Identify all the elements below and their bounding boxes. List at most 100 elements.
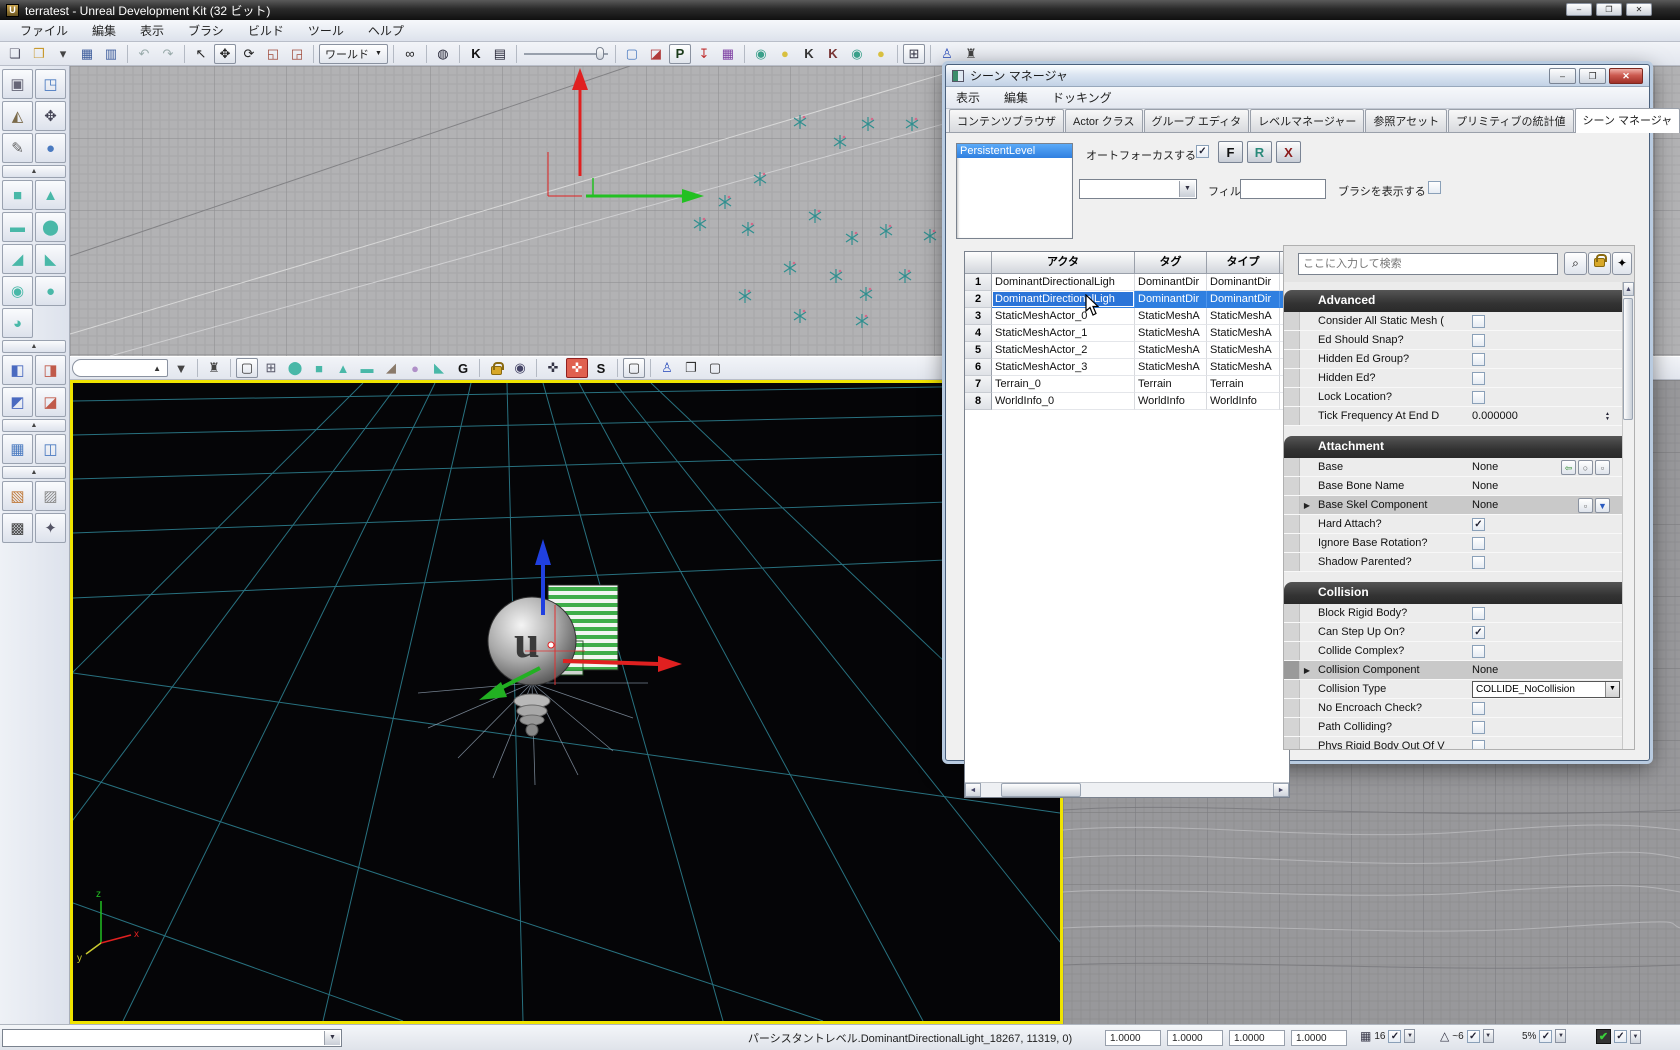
wireframe-cube-icon[interactable]: ▢ (236, 358, 258, 378)
scene-manager-titlebar[interactable]: シーン マネージャ –❐✕ (946, 65, 1649, 87)
property-checkbox[interactable] (1472, 372, 1485, 385)
status-mode-dropdown[interactable]: ▼ (2, 1029, 342, 1047)
menu-item-6[interactable]: ヘルプ (356, 20, 416, 41)
kismet-ref2-icon[interactable]: K (822, 44, 844, 64)
scene-menu-item-0[interactable]: 表示 (956, 89, 980, 106)
expand-arrow-icon[interactable]: ▶ (1300, 501, 1314, 510)
translate-tool-icon[interactable]: ✥ (214, 44, 236, 64)
table-cell[interactable]: DominantDirectionalLigh (992, 274, 1135, 291)
volume-icon[interactable]: ◪ (645, 44, 667, 64)
drag-grid-value-0[interactable]: 1.0000 (1105, 1030, 1161, 1046)
menu-item-5[interactable]: ツール (296, 20, 356, 41)
property-checkbox[interactable] (1472, 721, 1485, 734)
collapse-group-button[interactable]: ▲ (2, 466, 66, 479)
property-checkbox[interactable] (1472, 353, 1485, 366)
maximize-viewport-icon[interactable]: ▢ (704, 358, 726, 378)
tab-content-browser[interactable]: コンテンツブラウザ (949, 109, 1064, 132)
menu-item-0[interactable]: ファイル (8, 20, 80, 41)
brush-spiral-stair-button[interactable]: ◉ (2, 276, 33, 306)
table-cell[interactable]: StaticMeshActor_2 (992, 342, 1135, 359)
brush-clip-button[interactable]: ▨ (35, 481, 66, 511)
brush-wedge-icon[interactable]: ◢ (380, 358, 402, 378)
brush-sphere-button[interactable]: ● (35, 276, 66, 306)
level-list[interactable]: PersistentLevel (956, 143, 1073, 239)
collapse-group-button[interactable]: ▲ (2, 165, 66, 178)
down-caret-icon[interactable]: ▼ (170, 358, 192, 378)
expand-arrow-icon[interactable]: ▶ (1300, 666, 1314, 675)
float-window-icon[interactable]: ❐ (680, 358, 702, 378)
brush-wedge-button[interactable]: ◣ (35, 244, 66, 274)
wrench-icon[interactable]: ✦ (1612, 252, 1632, 275)
csg-subtract-button[interactable]: ◨ (35, 355, 66, 385)
brush-sphere-icon[interactable]: ● (404, 358, 426, 378)
rotation-snap-checkbox[interactable]: ✓ (1467, 1030, 1480, 1043)
scale-tool-icon[interactable]: ◱ (262, 44, 284, 64)
table-cell[interactable]: StaticMeshA (1207, 325, 1280, 342)
squint-icon[interactable]: S (590, 358, 612, 378)
stamp-icon[interactable]: ♜ (960, 44, 982, 64)
shield-icon[interactable]: ◉ (750, 44, 772, 64)
csg-add-button[interactable]: ◧ (2, 355, 33, 385)
property-checkbox[interactable] (1472, 607, 1485, 620)
far-clip-slider[interactable] (522, 44, 610, 64)
select-translucent-button[interactable]: ▧ (2, 481, 33, 511)
dropdown-caret-icon[interactable]: ▼ (1555, 1029, 1566, 1043)
table-horizontal-scrollbar[interactable]: ◄ ► (965, 782, 1289, 797)
scroll-left-icon[interactable]: ◄ (965, 783, 981, 797)
spinner-buttons[interactable]: ▲▼ (1605, 412, 1610, 421)
search-binoculars-icon[interactable]: ∞ (399, 44, 421, 64)
property-dropdown[interactable]: COLLIDE_NoCollision▼ (1472, 681, 1620, 698)
table-cell[interactable]: WorldInfo_0 (992, 393, 1135, 410)
table-cell[interactable]: StaticMeshA (1207, 308, 1280, 325)
post-process-icon[interactable]: P (669, 44, 691, 64)
table-cell[interactable]: DominantDirectionalLigh (992, 291, 1135, 308)
grid-box-icon[interactable]: ⊞ (903, 44, 925, 64)
special-brush-button[interactable]: ▦ (2, 434, 33, 464)
build-tools-button[interactable]: ✦ (35, 513, 66, 543)
player-height-icon[interactable]: ♙ (656, 358, 678, 378)
spin-down-icon[interactable]: ▼ (1605, 417, 1610, 421)
section-header-collision[interactable]: Collision (1284, 582, 1624, 604)
new-file-icon[interactable]: ❏ (4, 44, 26, 64)
table-cell[interactable]: WorldInfo (1207, 393, 1280, 410)
brush-cube-icon[interactable]: ■ (308, 358, 330, 378)
autosave-checkbox[interactable]: ✓ (1614, 1030, 1627, 1043)
rotate-tool-icon[interactable]: ⟳ (238, 44, 260, 64)
menu-item-2[interactable]: 表示 (128, 20, 176, 41)
table-cell[interactable]: StaticMeshA (1135, 342, 1207, 359)
shield-small-icon[interactable]: ◉ (846, 44, 868, 64)
decal-icon[interactable]: ↧ (693, 44, 715, 64)
kismet-ref-icon[interactable]: K (798, 44, 820, 64)
brush-cone-icon[interactable]: ▲ (332, 358, 354, 378)
dropdown-caret-icon[interactable]: ▼ (1483, 1029, 1494, 1043)
geometry-mode-button[interactable]: ◳ (35, 69, 66, 99)
texture-align-button[interactable]: ✎ (2, 133, 33, 163)
table-cell[interactable]: DominantDir (1135, 291, 1207, 308)
property-checkbox[interactable] (1472, 391, 1485, 404)
scrollbar-thumb[interactable] (1001, 783, 1081, 797)
scale-snap-checkbox[interactable]: ✓ (1539, 1030, 1552, 1043)
redo-icon[interactable]: ↷ (157, 44, 179, 64)
minimize-button[interactable]: – (1566, 3, 1592, 16)
viewport-size-combo[interactable]: ▲ (72, 359, 168, 377)
translate-widget-button[interactable]: ✥ (35, 101, 66, 131)
filter-input[interactable] (1240, 179, 1326, 199)
properties-vertical-scrollbar[interactable]: ▲ (1622, 282, 1634, 749)
light-bulb-icon[interactable]: ● (774, 44, 796, 64)
brush-sheet-icon[interactable]: ▬ (356, 358, 378, 378)
brush-curved-stair-button[interactable]: ◕ (2, 308, 33, 338)
clear-icon[interactable]: ▫ (1578, 498, 1593, 513)
brush-sheet-button[interactable]: ▬ (2, 212, 33, 242)
eye-icon[interactable]: ◉ (509, 358, 531, 378)
type-filter-dropdown[interactable]: ▼ (1079, 179, 1197, 199)
slider-knob[interactable] (596, 47, 604, 60)
square-region-icon[interactable]: ▢ (623, 358, 645, 378)
bulb-small-icon[interactable]: ● (870, 44, 892, 64)
menu-item-4[interactable]: ビルド (236, 20, 296, 41)
select-tool-icon[interactable]: ↖ (190, 44, 212, 64)
close-button[interactable]: ✕ (1609, 68, 1643, 84)
table-cell[interactable]: StaticMeshA (1135, 325, 1207, 342)
tab-primitive-stats[interactable]: プリミティブの統計値 (1448, 109, 1573, 132)
property-checkbox[interactable]: ✓ (1472, 626, 1485, 639)
save-icon[interactable]: ▦ (76, 44, 98, 64)
